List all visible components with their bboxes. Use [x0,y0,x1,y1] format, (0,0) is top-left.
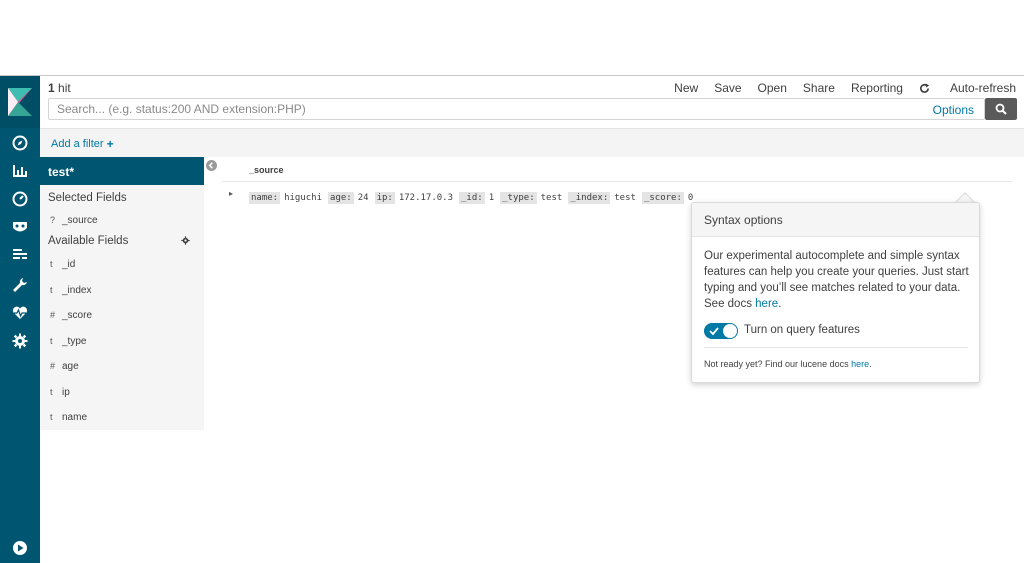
doc-key: _score: [641,192,684,204]
check-icon [709,327,719,336]
field-name: _id [62,259,76,270]
add-filter-label: Add a filter [51,138,104,150]
docs-link[interactable]: here [755,298,778,310]
doc-value: 24 [357,193,369,203]
field-item-id[interactable]: t _id [50,259,75,270]
field-type-icon: # [50,361,56,371]
table-divider [222,181,1012,182]
doc-key: _index: [568,192,611,204]
doc-key: _id: [459,192,485,204]
field-type-icon: t [50,336,53,346]
doc-value: test [540,193,563,203]
popover-body: Our experimental autocomplete and simple… [704,248,970,312]
top-menu: New Save Open Share Reporting Auto-refre… [658,81,1016,95]
syntax-options-popover: Syntax options Our experimental autocomp… [691,202,980,383]
auto-refresh-label: Auto-refresh [949,81,1016,95]
field-item-age[interactable]: # age [50,361,79,372]
expand-row-icon[interactable]: ▸ [229,189,233,198]
field-item-name[interactable]: t name [50,412,87,423]
table-row: name: higuchi age: 24 ip: 172.17.0.3 _id: 1 … [249,192,699,204]
menu-new[interactable]: New [674,81,698,95]
doc-value: test [614,193,636,203]
field-type-icon: t [50,285,53,295]
timelion-mask-icon[interactable] [0,214,40,240]
menu-share[interactable]: Share [803,81,835,95]
menu-save[interactable]: Save [714,81,741,95]
field-type-icon: t [50,387,53,397]
hits-number: 1 [48,81,55,95]
collapse-sidebar-icon[interactable] [206,160,217,171]
search-input[interactable] [49,99,909,119]
filter-bar: Add a filter + [40,128,1024,157]
kibana-app: 1 hit New Save Open Share Reporting Auto… [0,75,1024,563]
menu-reporting[interactable]: Reporting [851,81,903,95]
discover-compass-icon[interactable] [0,130,40,156]
popover-divider [704,347,968,348]
top-bar: 1 hit New Save Open Share Reporting Auto… [40,76,1024,128]
field-item-score[interactable]: # _score [50,310,92,321]
field-item-index[interactable]: t _index [50,285,91,296]
popover-footer-end: . [869,359,872,369]
field-name: ip [62,387,70,398]
column-header-source[interactable]: _source [249,165,284,175]
kibana-logo-icon[interactable] [0,76,40,128]
doc-value: 172.17.0.3 [398,193,454,203]
available-fields-title: Available Fields [48,235,129,247]
doc-value: higuchi [284,193,323,203]
query-features-toggle[interactable] [704,323,738,339]
field-type-icon: ? [50,215,56,225]
field-type-icon: # [50,310,56,320]
selected-fields-title: Selected Fields [48,192,127,204]
field-name: _index [62,285,92,296]
field-name: _type [62,336,87,347]
doc-value: 1 [488,193,495,203]
gear-icon[interactable] [181,236,190,245]
popover-footer: Not ready yet? Find our lucene docs here… [704,359,872,369]
lucene-docs-link[interactable]: here [851,359,869,369]
search-bar: Options [48,98,985,120]
field-name: age [62,361,79,372]
field-sidebar: test* Selected Fields ? _source Available… [40,157,204,430]
popover-footer-text: Not ready yet? Find our lucene docs [704,359,852,369]
settings-gear-icon[interactable] [0,328,40,354]
doc-key: age: [328,192,354,204]
doc-key: _type: [500,192,537,204]
toggle-label: Turn on query features [744,324,860,336]
left-nav [0,76,40,563]
search-button[interactable] [985,98,1017,120]
plus-icon: + [106,137,114,151]
menu-open[interactable]: Open [758,81,787,95]
doc-key: ip: [374,192,395,204]
field-item-type[interactable]: t _type [50,336,86,347]
visualize-chart-icon[interactable] [0,158,40,184]
field-type-icon: t [50,259,53,269]
add-filter-button[interactable]: Add a filter + [51,137,114,151]
field-item-source[interactable]: ? _source [50,215,98,226]
refresh-icon [920,82,930,93]
popover-body-text: Our experimental autocomplete and simple… [704,250,969,310]
collapse-play-icon[interactable] [0,535,40,561]
index-pattern-selector[interactable]: test* [40,157,204,185]
popover-title: Syntax options [692,203,979,237]
field-type-icon: t [50,412,53,422]
hits-label: hit [58,81,71,95]
field-name: _score [62,310,93,321]
options-link[interactable]: Options [933,103,974,117]
monitoring-heart-icon[interactable] [0,300,40,326]
field-name: _source [62,215,98,226]
popover-body-end: . [778,298,782,310]
menu-auto-refresh[interactable]: Auto-refresh [919,81,1016,95]
field-item-ip[interactable]: t ip [50,387,70,398]
field-name: name [62,412,88,423]
wrench-icon[interactable] [0,272,40,298]
search-icon [995,103,1007,115]
dashboard-gauge-icon[interactable] [0,186,40,212]
dev-tools-icon[interactable] [0,242,40,268]
hits-count: 1 hit [48,81,71,95]
toggle-knob [723,324,737,338]
doc-key: name: [249,192,281,204]
